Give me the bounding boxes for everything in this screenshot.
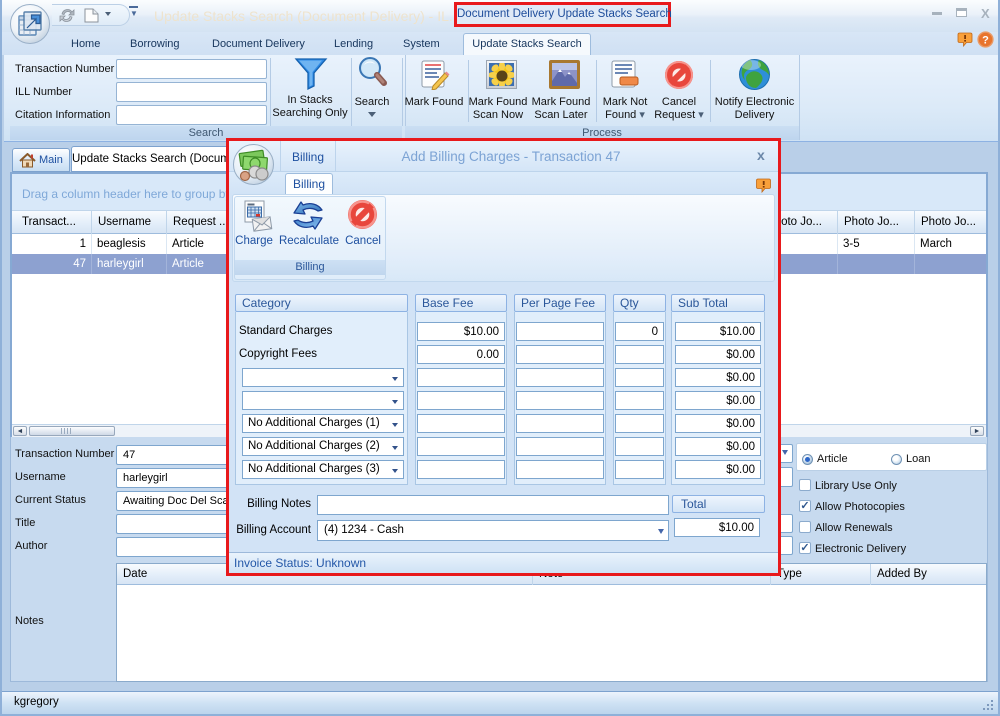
svg-text:?: ?: [982, 35, 989, 47]
